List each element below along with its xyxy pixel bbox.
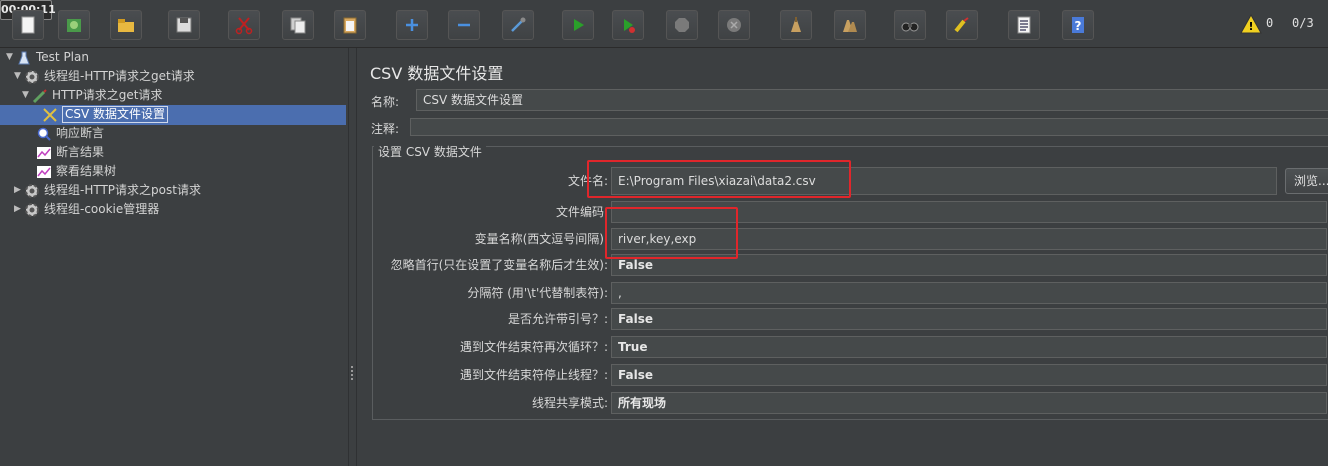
test-plan-icon (16, 50, 32, 66)
allow-quoted-field[interactable]: False (611, 308, 1327, 330)
tree-node-response-assertion[interactable]: 响应断言 (36, 124, 104, 143)
toolbar: ? 00:00:11 ! 0 0/3 (0, 0, 1328, 48)
expand-arrow-icon[interactable]: ▼ (6, 48, 16, 67)
csv-config-panel: CSV 数据文件设置 名称: CSV 数据文件设置 注释: 设置 CSV 数据文… (358, 48, 1328, 466)
tree-node-csv-config[interactable]: CSV 数据文件设置 (42, 105, 169, 124)
csv-config-icon (42, 107, 58, 123)
collapse-icon[interactable] (448, 10, 480, 40)
search-icon[interactable] (894, 10, 926, 40)
encoding-label: 文件编码: (555, 205, 608, 219)
tree-node-thread-group-cookie[interactable]: ▶ 线程组-cookie管理器 (14, 200, 159, 219)
comment-label: 注释: (371, 122, 400, 136)
svg-text:!: ! (1248, 20, 1253, 33)
name-label: 名称: (371, 95, 400, 109)
collapse-arrow-icon[interactable]: ▶ (14, 181, 24, 200)
thread-group-icon (24, 69, 40, 85)
warning-icon: ! (1240, 14, 1262, 34)
function-helper-icon[interactable] (1008, 10, 1040, 40)
group-title: 设置 CSV 数据文件 (374, 145, 486, 159)
thread-group-icon (24, 183, 40, 199)
allow-quoted-label: 是否允许带引号？: (507, 312, 608, 326)
recycle-on-eof-field[interactable]: True (611, 336, 1327, 358)
stop-thread-on-eof-field[interactable]: False (611, 364, 1327, 386)
variable-names-label: 变量名称(西文逗号间隔): (474, 232, 608, 246)
paste-icon[interactable] (334, 10, 366, 40)
browse-button[interactable]: 浏览... (1285, 168, 1328, 194)
expand-arrow-icon[interactable]: ▼ (22, 86, 32, 105)
tree-node-test-plan[interactable]: ▼ Test Plan (6, 48, 89, 67)
tree-node-thread-group-get[interactable]: ▼ 线程组-HTTP请求之get请求 (14, 67, 195, 86)
stop-thread-on-eof-label: 遇到文件结束符停止线程？: (459, 368, 608, 382)
reset-search-icon[interactable] (946, 10, 978, 40)
listener-icon (36, 145, 52, 161)
annotation-box-filename (587, 160, 851, 198)
expand-arrow-icon[interactable]: ▼ (14, 67, 24, 86)
name-field[interactable]: CSV 数据文件设置 (416, 89, 1328, 111)
sharing-mode-field[interactable]: 所有现场 (611, 392, 1327, 414)
help-icon[interactable]: ? (1062, 10, 1094, 40)
tree-node-http-get[interactable]: ▼ HTTP请求之get请求 (22, 86, 162, 105)
clear-all-icon[interactable] (834, 10, 866, 40)
assertion-icon (36, 126, 52, 142)
http-sampler-icon (32, 88, 48, 104)
warning-count: 0 (1266, 16, 1274, 30)
tree-node-thread-group-post[interactable]: ▶ 线程组-HTTP请求之post请求 (14, 181, 201, 200)
toggle-icon[interactable] (502, 10, 534, 40)
save-icon[interactable] (168, 10, 200, 40)
delimiter-field[interactable]: , (611, 282, 1327, 304)
tree-node-view-results-tree[interactable]: 察看结果树 (36, 162, 116, 181)
clear-icon[interactable] (780, 10, 812, 40)
collapse-arrow-icon[interactable]: ▶ (14, 200, 24, 219)
expand-icon[interactable] (396, 10, 428, 40)
delimiter-label: 分隔符 (用'\t'代替制表符): (467, 286, 608, 300)
recycle-on-eof-label: 遇到文件结束符再次循环？: (459, 340, 608, 354)
comment-field[interactable] (410, 118, 1328, 136)
templates-icon[interactable] (58, 10, 90, 40)
drag-grip-icon[interactable] (351, 366, 355, 380)
filename-label: 文件名: (567, 174, 608, 188)
annotation-box-variable-names (605, 207, 738, 259)
copy-icon[interactable] (282, 10, 314, 40)
shutdown-icon[interactable] (718, 10, 750, 40)
ignore-first-line-label: 忽略首行(只在设置了变量名称后才生效): (390, 258, 608, 272)
thread-group-icon (24, 202, 40, 218)
active-threads: 0/3 (1292, 16, 1314, 30)
cut-icon[interactable] (228, 10, 260, 40)
tree-node-assertion-results[interactable]: 断言结果 (36, 143, 104, 162)
new-icon[interactable] (12, 10, 44, 40)
sharing-mode-label: 线程共享模式: (531, 396, 608, 410)
svg-text:?: ? (1075, 19, 1082, 33)
start-no-pause-icon[interactable] (612, 10, 644, 40)
open-icon[interactable] (110, 10, 142, 40)
stop-icon[interactable] (666, 10, 698, 40)
page-title: CSV 数据文件设置 (370, 64, 504, 83)
listener-icon (36, 164, 52, 180)
start-icon[interactable] (562, 10, 594, 40)
